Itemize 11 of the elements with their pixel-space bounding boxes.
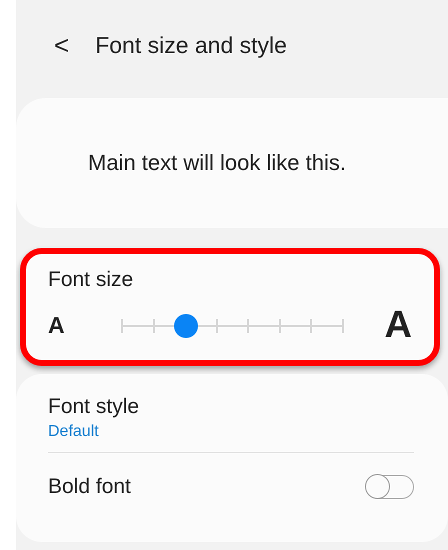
back-button[interactable]: < [50, 32, 74, 58]
setting-value: Default [48, 423, 100, 441]
setting-label: Bold font [48, 475, 131, 499]
large-size-glyph: A [384, 304, 412, 347]
preview-text: Main text will look like this. [88, 150, 346, 176]
font-size-label: Font size [48, 268, 134, 292]
page-title: Font size and style [95, 32, 287, 58]
slider-thumb[interactable] [174, 314, 198, 338]
toggle-switch[interactable] [366, 475, 414, 499]
setting-label[interactable]: Font style [48, 395, 140, 419]
small-size-glyph: A [48, 312, 66, 339]
